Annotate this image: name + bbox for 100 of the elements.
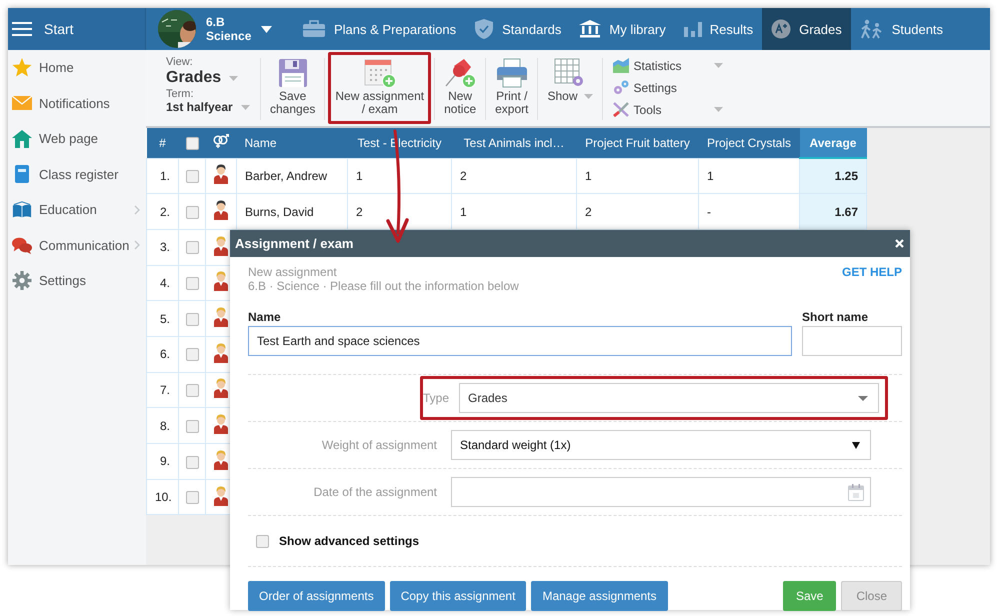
speech-bubbles-icon xyxy=(12,236,32,255)
sidebar-item[interactable]: Communication xyxy=(39,238,130,253)
student-avatar-icon xyxy=(214,307,228,328)
class-subject[interactable]: Science xyxy=(206,29,252,43)
nav-tab[interactable]: My library xyxy=(570,8,675,50)
sidebar-item[interactable]: Education xyxy=(39,202,97,218)
nav-tab[interactable]: Students xyxy=(850,8,952,50)
view-label: View: xyxy=(166,56,194,68)
bank-icon xyxy=(579,20,602,38)
row-number: 2. xyxy=(146,194,178,230)
row-number: 8. xyxy=(146,408,178,444)
nav-tab[interactable]: Results xyxy=(674,8,762,50)
open-book-icon xyxy=(12,200,32,219)
column-header[interactable]: Test Animals incl… xyxy=(452,128,576,158)
sidebar-item[interactable]: Notifications xyxy=(39,96,110,111)
row-checkbox[interactable] xyxy=(186,491,198,504)
table-cell: 1 xyxy=(576,158,698,194)
date-field[interactable] xyxy=(451,477,871,507)
caret-icon xyxy=(852,442,860,448)
gender-icon xyxy=(213,134,229,148)
field-label: Short name xyxy=(802,310,870,324)
student-avatar-icon xyxy=(214,236,228,256)
view-select[interactable]: Grades xyxy=(166,68,222,88)
row-checkbox[interactable] xyxy=(186,312,198,326)
column-header[interactable]: Project Fruit battery xyxy=(576,128,698,158)
calendar-icon[interactable] xyxy=(848,484,864,500)
toolbar-menu-item[interactable]: Tools xyxy=(634,102,662,116)
table-cell: Burns, David xyxy=(236,194,348,230)
start-label[interactable]: Start xyxy=(44,21,74,37)
weight-select[interactable]: Standard weight (1x) xyxy=(451,430,871,460)
row-number: 10. xyxy=(146,479,178,515)
sidebar-item[interactable]: Web page xyxy=(39,131,98,146)
pushpin-plus-icon xyxy=(444,58,476,88)
action-button[interactable]: Manage assignments xyxy=(531,581,668,611)
grid-gear-icon xyxy=(554,58,586,88)
envelope-icon xyxy=(12,96,32,110)
table-cell: Barber, Andrew xyxy=(236,158,348,194)
dialog-heading: New assignment xyxy=(248,265,338,279)
table-cell: 1.67 xyxy=(800,194,866,230)
caret-icon xyxy=(858,396,868,400)
table-cell: 1 xyxy=(698,158,800,194)
row-number: 4. xyxy=(146,265,178,301)
table-cell: 1 xyxy=(452,194,576,230)
toolbar-button[interactable]: Save changes xyxy=(264,56,322,122)
sidebar-item[interactable]: Class register xyxy=(39,166,118,182)
advanced-checkbox[interactable] xyxy=(256,534,269,548)
student-avatar-icon xyxy=(214,164,228,184)
short-name-field[interactable] xyxy=(802,326,902,356)
toolbar-button[interactable]: New notice xyxy=(438,56,482,122)
nav-tab[interactable]: Grades xyxy=(762,8,851,50)
toolbar-button[interactable]: Print / export xyxy=(489,56,534,122)
term-select[interactable]: 1st halfyear xyxy=(166,100,233,114)
class-name[interactable]: 6.B xyxy=(206,15,252,29)
column-header: # xyxy=(146,128,178,158)
table-cell: 1.25 xyxy=(800,158,866,194)
tools-icon xyxy=(612,102,629,117)
type-select[interactable]: Grades xyxy=(459,383,879,413)
dialog-title: Assignment / exam xyxy=(235,236,354,251)
sidebar-item[interactable]: Settings xyxy=(39,273,86,288)
toolbar-button[interactable]: New assignment / exam xyxy=(328,52,432,124)
row-checkbox[interactable] xyxy=(186,420,198,433)
checkbox-label[interactable]: Show advanced settings xyxy=(279,534,420,548)
table-cell: 2 xyxy=(452,158,576,194)
student-avatar-icon xyxy=(214,486,228,506)
column-header[interactable]: Name xyxy=(236,128,348,158)
row-checkbox[interactable] xyxy=(186,170,198,183)
student-avatar-icon xyxy=(214,342,228,363)
field-label: Date of the assignment xyxy=(312,485,438,499)
bar-chart-icon xyxy=(684,21,702,37)
gears-icon xyxy=(612,80,629,95)
walking-people-icon xyxy=(860,19,884,39)
row-checkbox[interactable] xyxy=(186,277,198,290)
row-checkbox[interactable] xyxy=(186,206,198,219)
row-checkbox[interactable] xyxy=(186,241,198,254)
table-cell: 1 xyxy=(348,158,452,194)
row-checkbox[interactable] xyxy=(186,384,198,398)
nav-tab[interactable]: Standards xyxy=(465,8,570,50)
shield-icon xyxy=(474,18,494,40)
toolbar-menu-item[interactable]: Statistics xyxy=(634,58,682,72)
house-icon xyxy=(12,130,32,148)
caret-icon[interactable] xyxy=(261,26,272,32)
student-avatar-icon xyxy=(214,200,228,220)
row-checkbox[interactable] xyxy=(186,456,198,468)
name-field[interactable]: Test Earth and space sciences xyxy=(248,326,792,356)
close-icon[interactable] xyxy=(895,239,904,248)
briefcase-icon xyxy=(302,20,326,38)
row-number: 6. xyxy=(146,336,178,372)
action-button[interactable]: Order of assignments xyxy=(248,581,385,611)
action-button[interactable]: Copy this assignment xyxy=(390,581,526,611)
row-checkbox[interactable] xyxy=(186,348,198,362)
nav-tab[interactable]: Plans & Preparations xyxy=(293,8,466,50)
column-header[interactable]: Average xyxy=(800,128,866,158)
menu-icon[interactable] xyxy=(12,21,32,37)
select-all-checkbox[interactable] xyxy=(186,136,198,150)
toolbar-button[interactable]: Show xyxy=(541,56,599,122)
column-header[interactable]: Project Crystals xyxy=(698,128,800,158)
area-chart-icon xyxy=(612,58,629,73)
chevron-right-icon xyxy=(134,204,140,215)
sidebar-item[interactable]: Home xyxy=(39,60,74,76)
toolbar-menu-item[interactable]: Settings xyxy=(634,80,677,94)
